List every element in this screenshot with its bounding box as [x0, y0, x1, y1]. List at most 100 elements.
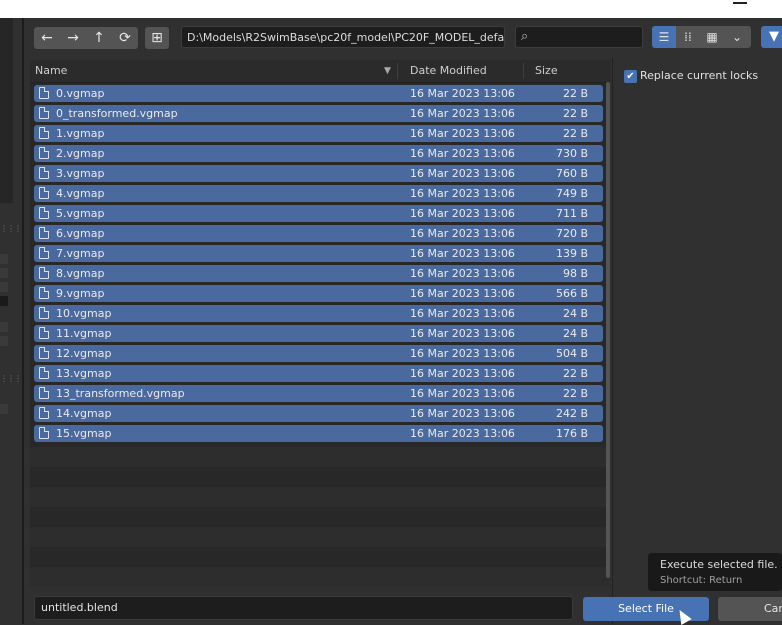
new-folder-icon[interactable]: ⊞ [145, 27, 169, 49]
file-row[interactable]: 8.vgmap 16 Mar 2023 13:06 98 B [34, 265, 603, 282]
file-row[interactable]: 13.vgmap 16 Mar 2023 13:06 22 B [34, 365, 603, 382]
empty-row [30, 567, 610, 587]
file-row[interactable]: 4.vgmap 16 Mar 2023 13:06 749 B [34, 185, 603, 202]
file-row[interactable]: 13_transformed.vgmap 16 Mar 2023 13:06 22 … [34, 385, 603, 402]
file-name: 0.vgmap [56, 87, 105, 100]
file-size: 24 B [562, 327, 588, 340]
file-name: 3.vgmap [56, 167, 105, 180]
sort-descending-icon[interactable]: ▼ [384, 66, 391, 76]
file-icon [39, 207, 49, 219]
file-icon [39, 227, 49, 239]
file-row[interactable]: 3.vgmap 16 Mar 2023 13:06 760 B [34, 165, 603, 182]
file-icon [39, 427, 49, 439]
file-name: 0_transformed.vgmap [56, 107, 178, 120]
column-separator[interactable] [523, 63, 524, 79]
file-name: 9.vgmap [56, 287, 105, 300]
file-size: 760 B [555, 167, 588, 180]
file-date: 16 Mar 2023 13:06 [410, 387, 515, 400]
file-row[interactable]: 11.vgmap 16 Mar 2023 13:06 24 B [34, 325, 603, 342]
file-row[interactable]: 0.vgmap 16 Mar 2023 13:06 22 B [34, 85, 603, 102]
filter-icon[interactable]: ▼ [761, 26, 782, 48]
panel-divider [22, 18, 24, 624]
directory-path-field[interactable]: D:\Models\R2SwimBase\pc20f_model\PC20F_M… [181, 26, 505, 48]
file-name: 10.vgmap [56, 307, 112, 320]
navigation-buttons: ← → ↑ ⟳ [34, 27, 138, 49]
empty-row [30, 447, 610, 467]
side-arrow-icon[interactable] [0, 322, 8, 332]
thumbnails-icon[interactable]: ▦ [700, 26, 724, 48]
file-list-scrollbar[interactable] [606, 82, 610, 578]
tooltip-shortcut: Shortcut: Return [660, 575, 743, 586]
file-size: 730 B [555, 147, 588, 160]
column-header: Name ▼ Date Modified Size [30, 60, 610, 83]
file-date: 16 Mar 2023 13:06 [410, 167, 515, 180]
horizontal-list-icon[interactable]: ⁞⁞ [676, 26, 700, 48]
file-row[interactable]: 2.vgmap 16 Mar 2023 13:06 730 B [34, 145, 603, 162]
file-icon [39, 247, 49, 259]
filename-input[interactable]: untitled.blend [34, 596, 573, 620]
file-row[interactable]: 1.vgmap 16 Mar 2023 13:06 22 B [34, 125, 603, 142]
column-size[interactable]: Size [535, 64, 558, 77]
display-mode-buttons: ☰ ⁞⁞ ▦ ⌄ [652, 26, 751, 48]
file-size: 504 B [555, 347, 588, 360]
file-name: 2.vgmap [56, 147, 105, 160]
file-name: 5.vgmap [56, 207, 105, 220]
file-icon [39, 127, 49, 139]
parent-directory-icon[interactable]: ↑ [86, 27, 112, 49]
file-row[interactable]: 9.vgmap 16 Mar 2023 13:06 566 B [34, 285, 603, 302]
file-name: 15.vgmap [56, 427, 112, 440]
file-row[interactable]: 6.vgmap 16 Mar 2023 13:06 720 B [34, 225, 603, 242]
file-name: 14.vgmap [56, 407, 112, 420]
forward-arrow-icon[interactable]: → [60, 27, 86, 49]
file-browser-footer: untitled.blend [24, 590, 612, 624]
file-icon [39, 167, 49, 179]
file-row[interactable]: 0_transformed.vgmap 16 Mar 2023 13:06 22 B [34, 105, 603, 122]
side-button-icon[interactable] [0, 296, 8, 306]
file-row[interactable]: 15.vgmap 16 Mar 2023 13:06 176 B [34, 425, 603, 442]
file-icon [39, 307, 49, 319]
file-icon [39, 327, 49, 339]
file-row[interactable]: 5.vgmap 16 Mar 2023 13:06 711 B [34, 205, 603, 222]
column-name[interactable]: Name [35, 64, 67, 77]
file-row[interactable]: 7.vgmap 16 Mar 2023 13:06 139 B [34, 245, 603, 262]
file-date: 16 Mar 2023 13:06 [410, 247, 515, 260]
resize-grip-icon[interactable]: ⋮⋮⋮ [0, 225, 22, 233]
file-icon [39, 107, 49, 119]
file-size: 242 B [555, 407, 588, 420]
file-icon [39, 347, 49, 359]
file-date: 16 Mar 2023 13:06 [410, 107, 515, 120]
empty-row [30, 527, 610, 547]
replace-locks-label[interactable]: Replace current locks [640, 69, 758, 82]
side-button-icon[interactable] [0, 268, 8, 278]
side-arrow-icon[interactable] [0, 336, 8, 346]
resize-grip-icon[interactable]: ⋮⋮⋮ [0, 375, 22, 383]
vertical-list-icon[interactable]: ☰ [652, 26, 676, 48]
file-date: 16 Mar 2023 13:06 [410, 427, 515, 440]
refresh-icon[interactable]: ⟳ [112, 27, 138, 49]
file-size: 711 B [555, 207, 588, 220]
collapse-icon[interactable] [0, 404, 8, 414]
file-size: 566 B [555, 287, 588, 300]
file-date: 16 Mar 2023 13:06 [410, 347, 515, 360]
file-row[interactable]: 14.vgmap 16 Mar 2023 13:06 242 B [34, 405, 603, 422]
file-row[interactable]: 10.vgmap 16 Mar 2023 13:06 24 B [34, 305, 603, 322]
file-size: 22 B [562, 107, 588, 120]
file-icon [39, 367, 49, 379]
cancel-button[interactable]: Car [718, 597, 782, 621]
file-name: 6.vgmap [56, 227, 105, 240]
file-date: 16 Mar 2023 13:06 [410, 147, 515, 160]
column-separator[interactable] [397, 63, 398, 79]
replace-locks-checkbox[interactable]: ✔ [624, 70, 637, 83]
minimize-icon[interactable] [733, 2, 747, 4]
tooltip-title: Execute selected file. [660, 558, 778, 571]
back-arrow-icon[interactable]: ← [34, 27, 60, 49]
chevron-down-icon[interactable]: ⌄ [725, 26, 749, 48]
side-button-icon[interactable] [0, 254, 8, 264]
file-name: 7.vgmap [56, 247, 105, 260]
file-date: 16 Mar 2023 13:06 [410, 287, 515, 300]
file-size: 98 B [562, 267, 588, 280]
column-date-modified[interactable]: Date Modified [410, 64, 487, 77]
search-input[interactable]: ⌕ [515, 26, 643, 48]
file-row[interactable]: 12.vgmap 16 Mar 2023 13:06 504 B [34, 345, 603, 362]
side-button-icon[interactable] [0, 282, 8, 292]
